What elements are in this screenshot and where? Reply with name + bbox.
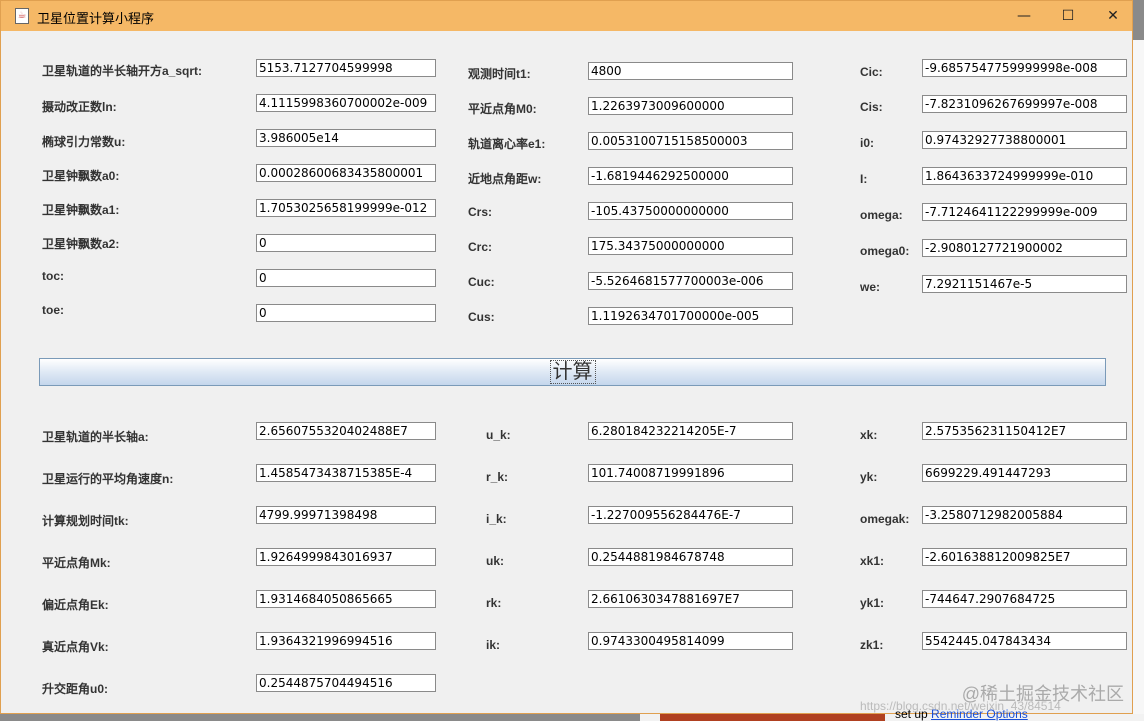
label-t1: 观测时间t1: xyxy=(468,67,531,81)
output-xk1[interactable]: -2.601638812009825E7 xyxy=(922,548,1127,566)
maximize-button[interactable]: ☐ xyxy=(1045,1,1091,31)
input-cus[interactable]: 1.1192634701700000e-005 xyxy=(588,307,793,325)
input-t1[interactable]: 4800 xyxy=(588,62,793,80)
label-u-k: u_k: xyxy=(486,428,511,442)
output-tk[interactable]: 4799.99971398498 xyxy=(256,506,436,524)
output-uk[interactable]: 0.2544881984678748 xyxy=(588,548,793,566)
label-e1: 轨道离心率e1: xyxy=(468,137,546,151)
output-n[interactable]: 1.4585473438715385E-4 xyxy=(256,464,436,482)
output-i-k[interactable]: -1.227009556284476E-7 xyxy=(588,506,793,524)
window-title: 卫星位置计算小程序 xyxy=(37,11,155,26)
input-omega0[interactable]: -2.9080127721900002 xyxy=(922,239,1127,257)
label-ln: 摄动改正数ln: xyxy=(42,100,117,114)
label-zk1: zk1: xyxy=(860,638,884,652)
label-mk: 平近点角Mk: xyxy=(42,556,111,570)
java-app-icon: ☕ xyxy=(15,8,29,24)
calculate-button[interactable]: 计算 xyxy=(39,358,1106,386)
input-toc[interactable]: 0 xyxy=(256,269,436,287)
input-cic[interactable]: -9.6857547759999998e-008 xyxy=(922,59,1127,77)
label-ik: ik: xyxy=(486,638,501,652)
label-xk1: xk1: xyxy=(860,554,885,568)
label-uk: uk: xyxy=(486,554,504,568)
output-yk1[interactable]: -744647.2907684725 xyxy=(922,590,1127,608)
label-a0: 卫星钟飘数a0: xyxy=(42,169,120,183)
output-u-k[interactable]: 6.280184232214205E-7 xyxy=(588,422,793,440)
input-crc[interactable]: 175.34375000000000 xyxy=(588,237,793,255)
output-zk1[interactable]: 5542445.047843434 xyxy=(922,632,1127,650)
output-mk[interactable]: 1.9264999843016937 xyxy=(256,548,436,566)
label-a1: 卫星钟飘数a1: xyxy=(42,203,120,217)
label-yk1: yk1: xyxy=(860,596,885,610)
label-m0: 平近点角M0: xyxy=(468,102,537,116)
output-ek[interactable]: 1.9314684050865665 xyxy=(256,590,436,608)
input-cis[interactable]: -7.8231096267699997e-008 xyxy=(922,95,1127,113)
label-vk: 真近点角Vk: xyxy=(42,640,109,654)
input-w[interactable]: -1.6819446292500000 xyxy=(588,167,793,185)
label-cis: Cis: xyxy=(860,100,883,114)
label-crc: Crc: xyxy=(468,240,493,254)
label-idot: I: xyxy=(860,172,868,186)
label-i-k: i_k: xyxy=(486,512,507,526)
background-image-strip xyxy=(660,714,885,721)
input-we[interactable]: 7.2921151467e-5 xyxy=(922,275,1127,293)
input-ln[interactable]: 4.1115998360700002e-009 xyxy=(256,94,436,112)
label-toc: toc: xyxy=(42,269,64,283)
label-omega0: omega0: xyxy=(860,244,910,258)
label-cuc: Cuc: xyxy=(468,275,495,289)
output-omegak[interactable]: -3.2580712982005884 xyxy=(922,506,1127,524)
close-button[interactable]: ✕ xyxy=(1090,1,1136,31)
label-u0: 升交距角u0: xyxy=(42,682,109,696)
output-yk[interactable]: 6699229.491447293 xyxy=(922,464,1127,482)
app-window: ☕ 卫星位置计算小程序 — ☐ ✕ 卫星轨道的半长轴开方a_sqrt: 5153… xyxy=(0,0,1133,714)
input-a-sqrt[interactable]: 5153.7127704599998 xyxy=(256,59,436,77)
output-a[interactable]: 2.6560755320402488E7 xyxy=(256,422,436,440)
output-xk[interactable]: 2.575356231150412E7 xyxy=(922,422,1127,440)
label-toe: toe: xyxy=(42,303,64,317)
label-i0: i0: xyxy=(860,136,875,150)
input-toe[interactable]: 0 xyxy=(256,304,436,322)
input-u[interactable]: 3.986005e14 xyxy=(256,129,436,147)
output-rk[interactable]: 2.6610630347881697E7 xyxy=(588,590,793,608)
site-watermark: @稀土掘金技术社区 xyxy=(961,684,1124,704)
input-a1[interactable]: 1.7053025658199999e-012 xyxy=(256,199,436,217)
label-cus: Cus: xyxy=(468,310,495,324)
label-n: 卫星运行的平均角速度n: xyxy=(42,472,174,486)
calculate-button-label: 计算 xyxy=(549,360,596,384)
label-omega: omega: xyxy=(860,208,903,222)
background-window-right xyxy=(1133,40,1144,721)
label-crs: Crs: xyxy=(468,205,493,219)
input-omega[interactable]: -7.7124641122299999e-009 xyxy=(922,203,1127,221)
input-cuc[interactable]: -5.5264681577700003e-006 xyxy=(588,272,793,290)
input-idot[interactable]: 1.8643633724999999e-010 xyxy=(922,167,1127,185)
label-a-sqrt: 卫星轨道的半长轴开方a_sqrt: xyxy=(42,64,203,78)
input-a0[interactable]: 0.00028600683435800001 xyxy=(256,164,436,182)
input-crs[interactable]: -105.43750000000000 xyxy=(588,202,793,220)
input-m0[interactable]: 1.2263973009600000 xyxy=(588,97,793,115)
label-r-k: r_k: xyxy=(486,470,509,484)
label-we: we: xyxy=(860,280,881,294)
output-u0[interactable]: 0.2544875704494516 xyxy=(256,674,436,692)
input-e1[interactable]: 0.0053100715158500003 xyxy=(588,132,793,150)
label-omegak: omegak: xyxy=(860,512,910,526)
minimize-button[interactable]: — xyxy=(1001,1,1047,31)
label-xk: xk: xyxy=(860,428,878,442)
output-r-k[interactable]: 101.74008719991896 xyxy=(588,464,793,482)
label-rk: rk: xyxy=(486,596,502,610)
label-cic: Cic: xyxy=(860,65,883,79)
input-i0[interactable]: 0.97432927738800001 xyxy=(922,131,1127,149)
input-a2[interactable]: 0 xyxy=(256,234,436,252)
title-bar: ☕ 卫星位置计算小程序 — ☐ ✕ xyxy=(1,1,1132,31)
label-yk: yk: xyxy=(860,470,878,484)
label-a2: 卫星钟飘数a2: xyxy=(42,237,120,251)
label-tk: 计算规划时间tk: xyxy=(42,514,129,528)
label-w: 近地点角距w: xyxy=(468,172,542,186)
label-ek: 偏近点角Ek: xyxy=(42,598,109,612)
label-a: 卫星轨道的半长轴a: xyxy=(42,430,149,444)
label-u: 椭球引力常数u: xyxy=(42,135,126,149)
output-ik[interactable]: 0.9743300495814099 xyxy=(588,632,793,650)
output-vk[interactable]: 1.9364321996994516 xyxy=(256,632,436,650)
